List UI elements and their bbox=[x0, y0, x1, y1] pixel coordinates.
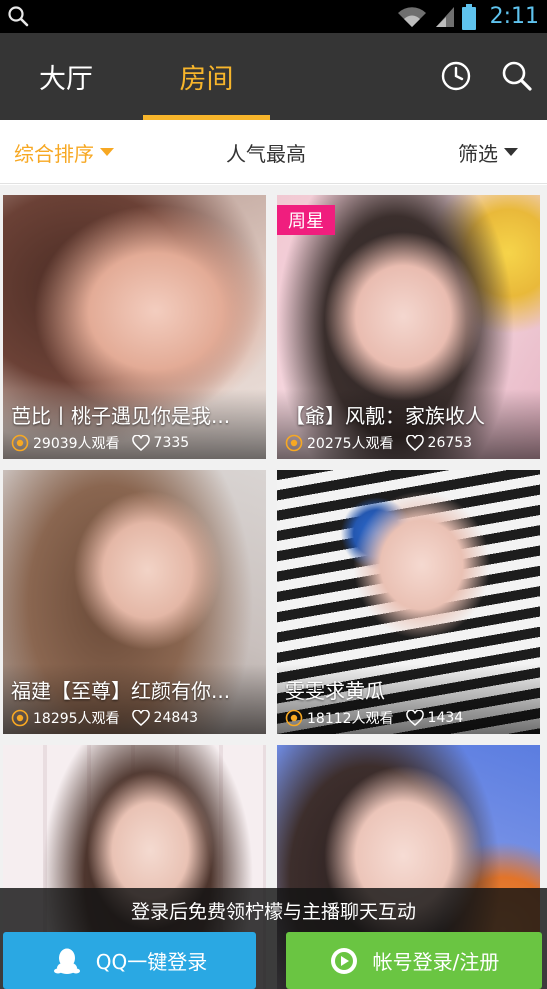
viewers-icon bbox=[11, 709, 29, 727]
viewer-count: 20275人观看 bbox=[307, 436, 394, 452]
filter-label: 筛选 bbox=[458, 141, 498, 166]
viewers-icon bbox=[11, 434, 29, 452]
login-bar: QQ一键登录 帐号登录/注册 bbox=[0, 932, 547, 989]
filter-dropdown[interactable]: 筛选 bbox=[458, 120, 518, 184]
heart-icon bbox=[405, 710, 424, 726]
viewer-count: 18112人观看 bbox=[307, 711, 394, 727]
heart-icon bbox=[131, 435, 150, 451]
like-count: 1434 bbox=[427, 710, 464, 726]
room-stats: 18295人观看 24843 bbox=[11, 708, 198, 728]
heart-icon bbox=[405, 435, 424, 451]
like-count: 24843 bbox=[153, 710, 199, 726]
account-login-label: 帐号登录/注册 bbox=[372, 950, 500, 974]
room-card[interactable]: 周星 【爺】风靓：家族收人 20275人观看 26753 bbox=[277, 195, 540, 459]
room-stats: 29039人观看 7335 bbox=[11, 433, 189, 453]
viewers-icon bbox=[285, 434, 303, 452]
play-circle-icon bbox=[330, 947, 357, 974]
qq-login-button[interactable]: QQ一键登录 bbox=[3, 932, 256, 989]
sort-bar: 综合排序 人气最高 筛选 bbox=[0, 120, 547, 184]
room-stats: 18112人观看 1434 bbox=[285, 708, 463, 728]
qq-penguin-icon bbox=[53, 948, 80, 974]
viewer-count: 18295人观看 bbox=[33, 711, 120, 727]
room-card[interactable]: 福建【至尊】红颜有你... 18295人观看 24843 bbox=[3, 470, 266, 734]
clock-icon[interactable] bbox=[440, 60, 472, 92]
sort-comprehensive-label: 综合排序 bbox=[14, 141, 94, 166]
caret-down-icon bbox=[504, 148, 518, 156]
app-header: 大厅 房间 bbox=[0, 33, 547, 120]
status-time: 2:11 bbox=[489, 4, 539, 29]
battery-icon bbox=[461, 3, 476, 30]
viewers-icon bbox=[285, 709, 303, 727]
room-card[interactable]: 雯雯求黄瓜 18112人观看 1434 bbox=[277, 470, 540, 734]
room-card[interactable]: 芭比丨桃子遇见你是我... 29039人观看 7335 bbox=[3, 195, 266, 459]
weekly-star-badge: 周星 bbox=[277, 205, 335, 235]
qq-login-label: QQ一键登录 bbox=[95, 950, 208, 974]
caret-down-icon bbox=[100, 148, 114, 156]
wifi-icon bbox=[397, 6, 426, 27]
tab-room[interactable]: 房间 bbox=[143, 33, 270, 120]
heart-icon bbox=[131, 710, 150, 726]
login-tip: 登录后免费领柠檬与主播聊天互动 bbox=[0, 888, 547, 932]
room-stats: 20275人观看 26753 bbox=[285, 433, 472, 453]
like-count: 26753 bbox=[427, 435, 473, 451]
room-title: 雯雯求黄瓜 bbox=[285, 679, 385, 703]
room-grid: 芭比丨桃子遇见你是我... 29039人观看 7335 周星 【爺】风靓：家族收… bbox=[0, 185, 547, 989]
viewer-count: 29039人观看 bbox=[33, 436, 120, 452]
sort-comprehensive-dropdown[interactable]: 综合排序 bbox=[14, 120, 114, 184]
tab-hall[interactable]: 大厅 bbox=[18, 33, 114, 120]
room-title: 【爺】风靓：家族收人 bbox=[285, 404, 485, 428]
search-icon[interactable] bbox=[501, 60, 533, 92]
account-login-button[interactable]: 帐号登录/注册 bbox=[286, 932, 542, 989]
search-icon bbox=[8, 6, 29, 27]
sort-popular-button[interactable]: 人气最高 bbox=[226, 120, 306, 184]
status-bar: 2:11 bbox=[0, 0, 547, 33]
like-count: 7335 bbox=[153, 435, 190, 451]
room-title: 福建【至尊】红颜有你... bbox=[11, 679, 231, 703]
room-title: 芭比丨桃子遇见你是我... bbox=[11, 404, 231, 428]
signal-icon bbox=[435, 6, 454, 27]
